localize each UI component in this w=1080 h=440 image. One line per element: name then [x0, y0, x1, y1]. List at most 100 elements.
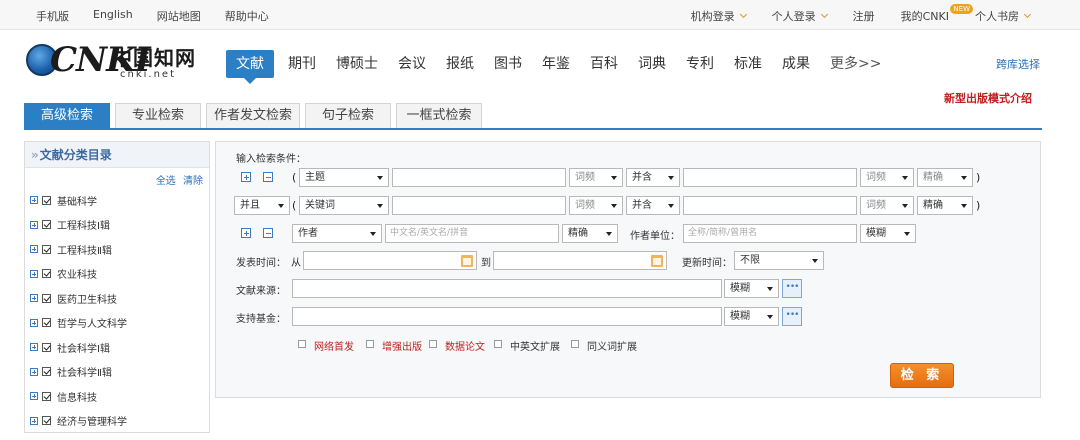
author-input[interactable]: 中文名/英文名/拼音: [385, 224, 559, 243]
option-checkbox[interactable]: [429, 340, 437, 348]
option-checkbox[interactable]: [571, 340, 579, 348]
expand-icon[interactable]: [30, 294, 38, 303]
expand-icon[interactable]: [30, 269, 38, 278]
checkbox[interactable]: [42, 293, 51, 303]
update-time-select[interactable]: 不限: [734, 251, 824, 270]
tab-2[interactable]: 作者发文检索: [206, 103, 300, 128]
clear-link[interactable]: 清除: [183, 176, 203, 187]
option-label[interactable]: 中英文扩展: [510, 338, 560, 353]
remove-author-row-icon[interactable]: [263, 228, 273, 238]
keyword-input-1[interactable]: [392, 168, 566, 187]
nav-item-6[interactable]: 年鉴: [542, 50, 570, 78]
calendar-icon[interactable]: [461, 255, 473, 267]
expand-icon[interactable]: [30, 220, 38, 229]
op-select-2[interactable]: 并含: [626, 196, 680, 215]
author-unit-input[interactable]: 全称/简称/曾用名: [683, 224, 857, 243]
op-select-1[interactable]: 并含: [626, 168, 680, 187]
nav-item-3[interactable]: 会议: [398, 50, 426, 78]
category-item[interactable]: 农业科技: [25, 262, 209, 287]
search-button[interactable]: 检 索: [890, 363, 954, 388]
remove-row-icon[interactable]: [263, 172, 273, 182]
checkbox[interactable]: [42, 269, 51, 279]
category-item[interactable]: 哲学与人文科学: [25, 311, 209, 336]
add-author-row-icon[interactable]: [241, 228, 251, 238]
checkbox[interactable]: [42, 391, 51, 401]
author-field-select[interactable]: 作者: [292, 224, 382, 243]
expand-icon[interactable]: [30, 318, 38, 327]
top-menu-0[interactable]: 机构登录: [691, 8, 747, 24]
date-from-input[interactable]: [303, 251, 477, 270]
tab-3[interactable]: 句子检索: [305, 103, 391, 128]
freq-select-1b[interactable]: 词频: [860, 168, 914, 187]
fund-input[interactable]: [292, 307, 722, 326]
nav-item-5[interactable]: 图书: [494, 50, 522, 78]
expand-icon[interactable]: [30, 343, 38, 352]
checkbox[interactable]: [42, 318, 51, 328]
cnki-logo[interactable]: CNKI 中国知网 cnki.net: [26, 40, 196, 82]
match-select-1[interactable]: 精确: [917, 168, 973, 187]
category-item[interactable]: 信息科技: [25, 384, 209, 409]
date-to-input[interactable]: [493, 251, 667, 270]
checkbox[interactable]: [42, 416, 51, 426]
select-all-link[interactable]: 全选: [156, 176, 176, 187]
tab-0[interactable]: 高级检索: [24, 103, 110, 128]
logic-select-2[interactable]: 并且: [234, 196, 290, 215]
tab-1[interactable]: 专业检索: [115, 103, 201, 128]
nav-item-4[interactable]: 报纸: [446, 50, 474, 78]
keyword-input-2[interactable]: [392, 196, 566, 215]
option-checkbox[interactable]: [494, 340, 502, 348]
nav-item-1[interactable]: 期刊: [288, 50, 316, 78]
nav-item-8[interactable]: 词典: [638, 50, 666, 78]
category-item[interactable]: 基础科学: [25, 188, 209, 213]
expand-icon[interactable]: [30, 245, 38, 254]
checkbox[interactable]: [42, 244, 51, 254]
checkbox[interactable]: [42, 220, 51, 230]
option-checkbox[interactable]: [298, 340, 306, 348]
fund-picker-button[interactable]: •••: [782, 307, 802, 326]
nav-item-0[interactable]: 文献: [226, 50, 274, 84]
top-menu-2[interactable]: 注册: [853, 8, 875, 24]
top-link-3[interactable]: 帮助中心: [225, 8, 269, 24]
top-link-0[interactable]: 手机版: [36, 8, 69, 24]
add-row-icon[interactable]: [241, 172, 251, 182]
option-label[interactable]: 增强出版: [382, 338, 422, 353]
match-select-2[interactable]: 精确: [917, 196, 973, 215]
checkbox[interactable]: [42, 195, 51, 205]
top-menu-1[interactable]: 个人登录: [772, 8, 828, 24]
nav-item-12[interactable]: 更多>>: [830, 50, 881, 78]
category-item[interactable]: 工程科技Ⅰ辑: [25, 213, 209, 238]
expand-icon[interactable]: [30, 196, 38, 205]
nav-item-11[interactable]: 成果: [782, 50, 810, 78]
top-menu-4[interactable]: 个人书房: [975, 8, 1032, 24]
expand-icon[interactable]: [30, 392, 38, 401]
field-select-2[interactable]: 关键词: [299, 196, 389, 215]
calendar-icon[interactable]: [651, 255, 663, 267]
nav-item-2[interactable]: 博硕士: [336, 50, 378, 78]
expand-icon[interactable]: [30, 416, 38, 425]
new-publishing-mode-link[interactable]: 新型出版模式介绍: [944, 90, 1032, 106]
cross-db-select-link[interactable]: 跨库选择: [996, 56, 1040, 72]
top-link-2[interactable]: 网站地图: [157, 8, 201, 24]
freq-select-1[interactable]: 词频: [569, 168, 623, 187]
top-menu-3[interactable]: 我的CNKI NEW: [901, 4, 973, 24]
unit-match-select[interactable]: 模糊: [860, 224, 916, 243]
fund-match-select[interactable]: 模糊: [724, 307, 779, 326]
option-checkbox[interactable]: [366, 340, 374, 348]
category-item[interactable]: 社会科学Ⅱ辑: [25, 360, 209, 385]
freq-select-2[interactable]: 词频: [569, 196, 623, 215]
nav-item-7[interactable]: 百科: [590, 50, 618, 78]
keyword-input-2b[interactable]: [683, 196, 857, 215]
category-item[interactable]: 工程科技Ⅱ辑: [25, 237, 209, 262]
option-label[interactable]: 同义词扩展: [587, 338, 637, 353]
author-match-select[interactable]: 精确: [562, 224, 618, 243]
checkbox[interactable]: [42, 367, 51, 377]
tab-4[interactable]: 一框式检索: [396, 103, 482, 128]
category-item[interactable]: 经济与管理科学: [25, 409, 209, 434]
option-label[interactable]: 网络首发: [314, 338, 354, 353]
option-label[interactable]: 数据论文: [445, 338, 485, 353]
top-link-1[interactable]: English: [93, 8, 133, 24]
keyword-input-1b[interactable]: [683, 168, 857, 187]
nav-item-10[interactable]: 标准: [734, 50, 762, 78]
category-item[interactable]: 社会科学Ⅰ辑: [25, 335, 209, 360]
freq-select-2b[interactable]: 词频: [860, 196, 914, 215]
